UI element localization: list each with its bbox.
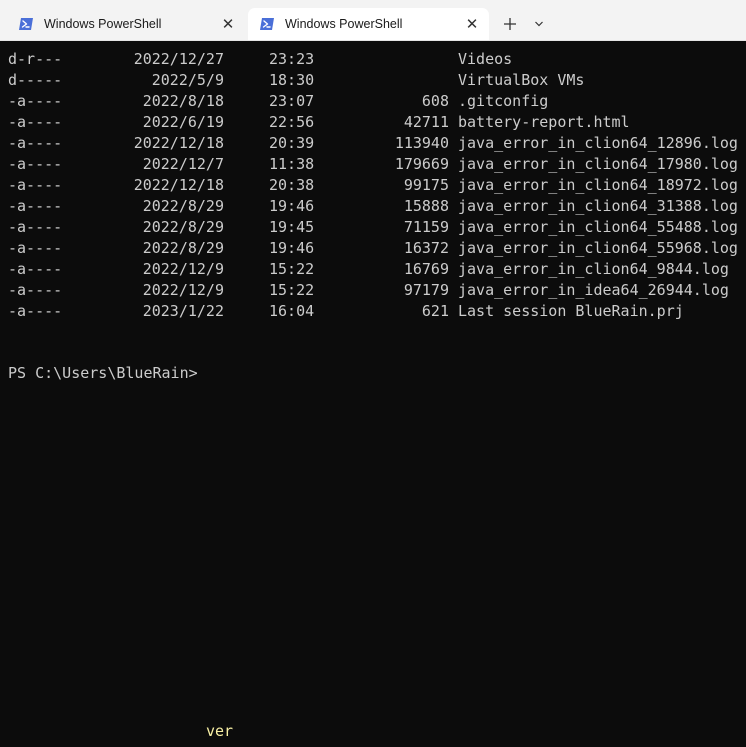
tab-label: Windows PowerShell [44,17,162,31]
listing-row: -a---- 2023/1/22 16:04 621 Last session Blue… [0,301,746,322]
time-cell: 22:56 [269,113,315,131]
name-cell: java_error_in_clion64_55488.log [458,218,738,236]
date-cell: 2022/8/18 [142,92,224,110]
listing-row: -a---- 2022/8/29 19:45 71159 java_error_in_c… [0,217,746,238]
time-cell: 18:30 [269,71,315,89]
tab-bar: Windows PowerShell ✕ Windows PowerShell … [0,0,746,41]
date-cell: 2022/8/29 [142,218,224,236]
powershell-icon [260,18,274,30]
length-cell: 16372 [403,239,449,257]
powershell-icon [19,18,33,30]
date-cell: 2022/12/18 [133,176,224,194]
time-cell: 19:45 [269,218,315,236]
name-cell: Last session BlueRain.prj [458,302,684,320]
length-cell: 621 [421,302,449,320]
command-prompt[interactable]: PS C:\Users\BlueRain> [8,363,198,384]
plus-icon [504,18,516,30]
name-cell: java_error_in_clion64_12896.log [458,134,738,152]
length-cell: 179669 [394,155,449,173]
listing-row: -a---- 2022/12/9 15:22 16769 java_error_in_c… [0,259,746,280]
name-cell: java_error_in_clion64_18972.log [458,176,738,194]
name-cell: .gitconfig [458,92,549,110]
new-tab-button[interactable] [498,12,522,36]
name-cell: Videos [458,50,513,68]
listing-row: -a---- 2022/12/9 15:22 97179 java_error_in_i… [0,280,746,301]
length-cell: 16769 [403,260,449,278]
listing-row: -a---- 2022/12/7 11:38 179669 java_error_in_… [0,154,746,175]
length-cell: 42711 [403,113,449,131]
name-cell: java_error_in_clion64_9844.log [458,260,729,278]
name-cell: java_error_in_clion64_31388.log [458,197,738,215]
predictive-suggestion: ver [206,722,234,740]
length-cell: 99175 [403,176,449,194]
name-cell: java_error_in_clion64_55968.log [458,239,738,257]
date-cell: 2022/5/9 [151,71,224,89]
time-cell: 19:46 [269,239,315,257]
length-cell: 15888 [403,197,449,215]
length-cell: 71159 [403,218,449,236]
length-cell: 608 [421,92,449,110]
name-cell: VirtualBox VMs [458,71,585,89]
time-cell: 15:22 [269,260,315,278]
listing-row: -a---- 2022/6/19 22:56 42711 battery-report.… [0,112,746,133]
name-cell: java_error_in_idea64_26944.log [458,281,729,299]
time-cell: 23:07 [269,92,315,110]
close-tab-icon[interactable]: ✕ [217,13,239,35]
time-cell: 19:46 [269,197,315,215]
listing-row: -a---- 2022/8/29 19:46 16372 java_error_in_c… [0,238,746,259]
date-cell: 2022/8/29 [142,197,224,215]
terminal-output[interactable]: d-r--- 2022/12/27 23:23 Videos d----- 2022/5/… [0,41,746,747]
time-cell: 15:22 [269,281,315,299]
date-cell: 2022/12/9 [142,281,224,299]
listing-row: -a---- 2022/8/29 19:46 15888 java_error_in_c… [0,196,746,217]
listing-row: -a---- 2022/12/18 20:38 99175 java_error_in_… [0,175,746,196]
time-cell: 23:23 [269,50,315,68]
length-cell: 113940 [394,134,449,152]
prompt-text: PS C:\Users\BlueRain> [8,364,198,382]
time-cell: 16:04 [269,302,315,320]
close-tab-icon[interactable]: ✕ [461,13,483,35]
tab-dropdown-button[interactable] [528,12,550,36]
listing-row: d----- 2022/5/9 18:30 VirtualBox VMs [0,70,746,91]
time-cell: 11:38 [269,155,315,173]
length-cell: 97179 [403,281,449,299]
chevron-down-icon [535,21,543,27]
date-cell: 2022/12/9 [142,260,224,278]
date-cell: 2023/1/22 [142,302,224,320]
listing-row: d-r--- 2022/12/27 23:23 Videos [0,49,746,70]
date-cell: 2022/12/27 [133,50,224,68]
time-cell: 20:39 [269,134,315,152]
date-cell: 2022/8/29 [142,239,224,257]
tab-powershell-1[interactable]: Windows PowerShell ✕ [7,8,245,40]
date-cell: 2022/12/18 [133,134,224,152]
name-cell: java_error_in_clion64_17980.log [458,155,738,173]
time-cell: 20:38 [269,176,315,194]
terminal-window: Windows PowerShell ✕ Windows PowerShell … [0,0,746,747]
name-cell: battery-report.html [458,113,630,131]
tab-label: Windows PowerShell [285,17,403,31]
listing-row: -a---- 2022/8/18 23:07 608 .gitconfig [0,91,746,112]
date-cell: 2022/6/19 [142,113,224,131]
listing-row: -a---- 2022/12/18 20:39 113940 java_error_in… [0,133,746,154]
date-cell: 2022/12/7 [142,155,224,173]
tab-powershell-2[interactable]: Windows PowerShell ✕ [248,8,489,40]
